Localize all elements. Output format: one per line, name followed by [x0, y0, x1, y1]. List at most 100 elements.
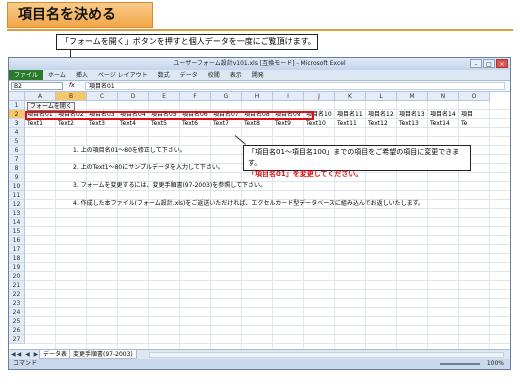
- sample-text-cell[interactable]: Te: [461, 119, 467, 128]
- gridline-h: [25, 271, 510, 272]
- row-header-2[interactable]: 2: [9, 110, 25, 119]
- row-header-9[interactable]: 9: [9, 173, 25, 182]
- column-header-i[interactable]: I: [273, 92, 304, 101]
- column-header-n[interactable]: N: [428, 92, 459, 101]
- row-header-7[interactable]: 7: [9, 155, 25, 164]
- sample-text-cell[interactable]: Text1: [27, 119, 43, 128]
- column-header-h[interactable]: H: [242, 92, 273, 101]
- spreadsheet-grid[interactable]: ABCDEFGHIJKLMNO 1 2 3 4 5 6 7 8 9 10 11 12 13 14 15 16 1…: [9, 92, 510, 349]
- sample-text-cell[interactable]: Text2: [58, 119, 74, 128]
- tab-data[interactable]: データ: [175, 70, 203, 80]
- select-all-corner[interactable]: [9, 92, 25, 101]
- row-header-23[interactable]: 23: [9, 299, 25, 308]
- row-header-20[interactable]: 20: [9, 272, 25, 281]
- column-header-g[interactable]: G: [211, 92, 242, 101]
- sample-text-cell[interactable]: Text13: [399, 119, 419, 128]
- column-header-e[interactable]: E: [149, 92, 180, 101]
- field-name-cell[interactable]: 項目名14: [430, 110, 456, 119]
- column-header-m[interactable]: M: [397, 92, 428, 101]
- tab-home[interactable]: ホーム: [43, 70, 71, 80]
- tab-formulas[interactable]: 数式: [153, 70, 175, 80]
- gridline-h: [25, 307, 510, 308]
- row-header-5[interactable]: 5: [9, 137, 25, 146]
- sheet-tab-change-procedure[interactable]: 変更手順書(97-2003): [69, 350, 137, 359]
- zoom-level[interactable]: 100%: [487, 359, 504, 369]
- row-header-15[interactable]: 15: [9, 227, 25, 236]
- tab-view[interactable]: 表示: [225, 70, 247, 80]
- close-button[interactable]: ×: [496, 59, 508, 68]
- row-header-8[interactable]: 8: [9, 164, 25, 173]
- column-header-f[interactable]: F: [180, 92, 211, 101]
- row-header-16[interactable]: 16: [9, 236, 25, 245]
- field-name-cell[interactable]: 項目名13: [399, 110, 425, 119]
- sample-text-cell[interactable]: Text8: [244, 119, 260, 128]
- sample-text-cell[interactable]: Text14: [430, 119, 450, 128]
- row-header-11[interactable]: 11: [9, 191, 25, 200]
- tab-developer[interactable]: 開発: [247, 70, 269, 80]
- row-header-19[interactable]: 19: [9, 263, 25, 272]
- gridline-v: [210, 101, 211, 349]
- row-header-14[interactable]: 14: [9, 218, 25, 227]
- gridline-v: [396, 101, 397, 349]
- row-header-10[interactable]: 10: [9, 182, 25, 191]
- instruction-3: 3. フォームを変更するには、変更手順書(97-2003)を参照して下さい。: [73, 182, 267, 189]
- minimize-button[interactable]: –: [470, 59, 482, 68]
- formula-input[interactable]: 項目名01: [85, 82, 505, 90]
- gridline-h: [25, 325, 510, 326]
- sample-text-cell[interactable]: Text3: [89, 119, 105, 128]
- tab-review[interactable]: 校閲: [203, 70, 225, 80]
- sample-text-cell[interactable]: Text12: [368, 119, 388, 128]
- maximize-button[interactable]: □: [483, 59, 495, 68]
- row-header-18[interactable]: 18: [9, 254, 25, 263]
- column-header-d[interactable]: D: [118, 92, 149, 101]
- status-mode: コマンド: [13, 360, 38, 367]
- row-header-22[interactable]: 22: [9, 290, 25, 299]
- sample-text-cell[interactable]: Text10: [306, 119, 326, 128]
- zoom-slider[interactable]: [440, 363, 480, 365]
- column-header-j[interactable]: J: [304, 92, 335, 101]
- column-header-k[interactable]: K: [335, 92, 366, 101]
- sample-text-cell[interactable]: Text4: [120, 119, 136, 128]
- gridline-v: [458, 101, 459, 349]
- column-header-a[interactable]: A: [25, 92, 56, 101]
- row-header-27[interactable]: 27: [9, 335, 25, 344]
- column-header-l[interactable]: L: [366, 92, 397, 101]
- status-bar: コマンド 100%: [9, 359, 510, 369]
- row-header-1[interactable]: 1: [9, 101, 25, 110]
- gridline-v: [427, 101, 428, 349]
- row-header-21[interactable]: 21: [9, 281, 25, 290]
- tab-file[interactable]: ファイル: [9, 70, 44, 80]
- sheet-tab-bar: ◀◀ ◀ ▶ ▶▶ データ表 変更手順書(97-2003): [9, 349, 510, 359]
- row-header-3[interactable]: 3: [9, 119, 25, 128]
- name-box[interactable]: B2: [11, 82, 63, 90]
- fx-icon[interactable]: fx: [69, 81, 81, 91]
- column-header-o[interactable]: O: [459, 92, 490, 101]
- sample-text-cell[interactable]: Text6: [182, 119, 198, 128]
- gridline-h: [25, 289, 510, 290]
- tab-insert[interactable]: 挿入: [71, 70, 93, 80]
- sheet-tab-data[interactable]: データ表: [39, 350, 72, 359]
- gridline-h: [25, 280, 510, 281]
- tab-page-layout[interactable]: ページ レイアウト: [93, 70, 153, 80]
- sample-text-cell[interactable]: Text11: [337, 119, 357, 128]
- field-name-cell[interactable]: 項目名12: [368, 110, 394, 119]
- sample-text-cell[interactable]: Text5: [151, 119, 167, 128]
- row-header-6[interactable]: 6: [9, 146, 25, 155]
- sample-text-cell[interactable]: Text9: [275, 119, 291, 128]
- column-header-b[interactable]: B: [56, 92, 87, 101]
- sample-text-cell[interactable]: Text7: [213, 119, 229, 128]
- row-header-17[interactable]: 17: [9, 245, 25, 254]
- field-name-cell[interactable]: 項目: [461, 110, 473, 119]
- row-header-13[interactable]: 13: [9, 209, 25, 218]
- row-header-25[interactable]: 25: [9, 317, 25, 326]
- column-header-c[interactable]: C: [87, 92, 118, 101]
- field-name-cell[interactable]: 項目名11: [337, 110, 363, 119]
- row-header-24[interactable]: 24: [9, 308, 25, 317]
- horizontal-scrollbar[interactable]: [149, 352, 504, 358]
- row-header-4[interactable]: 4: [9, 128, 25, 137]
- gridline-v: [303, 101, 304, 349]
- quick-access-toolbar[interactable]: [11, 60, 41, 68]
- row-header-12[interactable]: 12: [9, 200, 25, 209]
- row-header-26[interactable]: 26: [9, 326, 25, 335]
- gridline-v: [117, 101, 118, 349]
